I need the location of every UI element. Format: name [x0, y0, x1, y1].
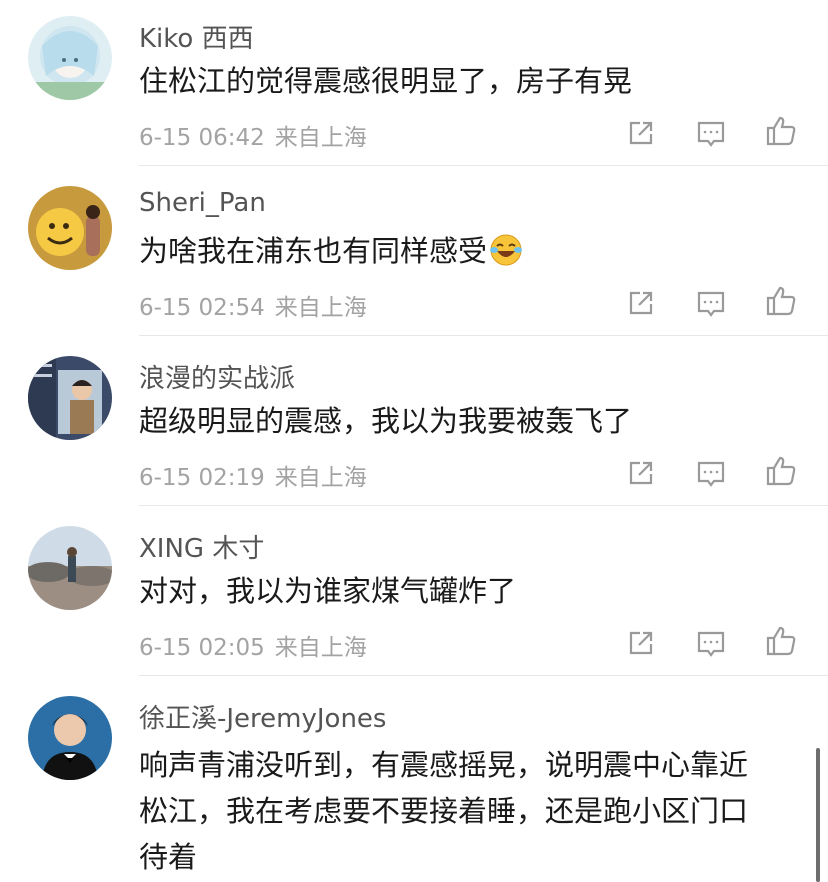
comment-icon[interactable]	[694, 626, 728, 660]
comment-text-line: 响声青浦没听到，有震感摇晃，说明震中心靠近	[139, 748, 749, 782]
comment-icon[interactable]	[694, 456, 728, 490]
divider	[139, 335, 828, 336]
comment-text-line: 松江，我在考虑要不要接着睡，还是跑小区门口	[139, 794, 749, 828]
avatar[interactable]	[28, 696, 112, 780]
comment-text: 超级明显的震感，我以为我要被轰飞了	[139, 404, 633, 438]
comment-date: 6-15 02:05	[139, 635, 265, 661]
comment-text: 为啥我在浦东也有同样感受	[139, 232, 799, 271]
comment-icon[interactable]	[694, 286, 728, 320]
comment-location: 来自上海	[274, 125, 367, 151]
comment-text-line: 待着	[139, 840, 198, 874]
username[interactable]: 徐正溪-JeremyJones	[139, 698, 386, 735]
username[interactable]: XING 木寸	[139, 528, 264, 565]
comment-location: 来自上海	[274, 295, 367, 321]
avatar[interactable]	[28, 16, 112, 100]
divider	[139, 505, 828, 506]
thumbs-up-icon[interactable]	[764, 454, 798, 488]
comment-text: 对对，我以为谁家煤气罐炸了	[139, 574, 517, 608]
comment-meta: 6-15 02:19 来自上海	[139, 458, 367, 492]
comment-location: 来自上海	[274, 635, 367, 661]
share-icon[interactable]	[624, 116, 658, 150]
username[interactable]: Sheri_Pan	[139, 188, 266, 218]
comment-text-body: 为啥我在浦东也有同样感受	[139, 234, 488, 268]
comment-meta: 6-15 06:42 来自上海	[139, 118, 367, 152]
comment-text: 响声青浦没听到，有震感摇晃，说明震中心靠近 松江，我在考虑要不要接着睡，还是跑小…	[139, 742, 799, 880]
comment-location: 来自上海	[274, 465, 367, 491]
thumbs-up-icon[interactable]	[764, 284, 798, 318]
comment-icon[interactable]	[694, 116, 728, 150]
thumbs-up-icon[interactable]	[764, 114, 798, 148]
share-icon[interactable]	[624, 286, 658, 320]
comment-date: 6-15 06:42	[139, 125, 265, 151]
divider	[139, 675, 828, 676]
avatar[interactable]	[28, 186, 112, 270]
username[interactable]: Kiko 西西	[139, 18, 254, 55]
avatar[interactable]	[28, 356, 112, 440]
divider	[139, 165, 828, 166]
thumbs-up-icon[interactable]	[764, 624, 798, 658]
scrollbar[interactable]	[816, 748, 820, 882]
comment-date: 6-15 02:54	[139, 295, 265, 321]
username[interactable]: 浪漫的实战派	[139, 358, 295, 395]
share-icon[interactable]	[624, 456, 658, 490]
comment-meta: 6-15 02:54 来自上海	[139, 288, 367, 322]
comment-text: 住松江的觉得震感很明显了，房子有晃	[139, 64, 633, 98]
avatar[interactable]	[28, 526, 112, 610]
laughing-tears-emoji-icon	[489, 233, 523, 267]
share-icon[interactable]	[624, 626, 658, 660]
comment-date: 6-15 02:19	[139, 465, 265, 491]
comment-meta: 6-15 02:05 来自上海	[139, 628, 367, 662]
